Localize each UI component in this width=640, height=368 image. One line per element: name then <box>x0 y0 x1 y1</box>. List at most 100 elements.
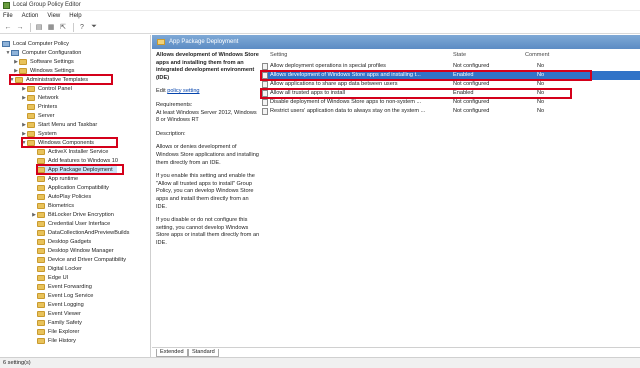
setting-comment: No <box>537 63 545 69</box>
tree-item-component[interactable]: Desktop Gadgets <box>0 237 91 246</box>
table-row[interactable]: Restrict users' application data to alwa… <box>260 107 640 116</box>
tree-item-software-settings[interactable]: ▶ Software Settings <box>0 57 74 66</box>
folder-icon <box>27 121 35 128</box>
folder-icon <box>37 310 45 317</box>
policy-icon <box>262 63 268 70</box>
folder-icon <box>37 265 45 272</box>
column-header-setting[interactable]: Setting <box>270 52 287 58</box>
column-header-state[interactable]: State <box>453 52 466 58</box>
tree-item-administrative-templates[interactable]: ▼ Administrative Templates <box>0 75 88 84</box>
column-header-comment[interactable]: Comment <box>525 52 549 58</box>
tree-item-printers[interactable]: Printers <box>0 102 57 111</box>
tree-item-component[interactable]: Event Logging <box>0 300 84 309</box>
tree-item-component[interactable]: Biometrics <box>0 201 74 210</box>
forward-arrow-icon[interactable]: → <box>15 22 25 32</box>
folder-icon <box>37 283 45 290</box>
toolbar-separator <box>30 22 31 32</box>
menu-help[interactable]: Help <box>69 13 81 19</box>
policy-icon <box>262 99 268 106</box>
menu-action[interactable]: Action <box>22 13 39 19</box>
tree-item-windows-settings[interactable]: ▶ Windows Settings <box>0 66 74 75</box>
tree-item-component[interactable]: ▶ BitLocker Drive Encryption <box>0 210 114 219</box>
edit-policy-link[interactable]: policy setting <box>167 88 199 94</box>
table-row[interactable]: Allow deployment operations in special p… <box>260 62 640 71</box>
filter-icon[interactable]: ⏷ <box>89 22 99 32</box>
tree-item-component[interactable]: Digital Locker <box>0 264 82 273</box>
tree-item-component[interactable]: Device and Driver Compatibility <box>0 255 126 264</box>
tree-item-component[interactable]: ActiveX Installer Service <box>0 147 108 156</box>
tree-item-component[interactable]: File Explorer <box>0 327 79 336</box>
folder-icon <box>37 328 45 335</box>
menu-view[interactable]: View <box>47 13 60 19</box>
tree-item-control-panel[interactable]: ▶ Control Panel <box>0 84 72 93</box>
setting-name: Allows development of Windows Store apps… <box>270 72 421 78</box>
folder-icon <box>37 238 45 245</box>
requirements-label: Requirements: <box>156 101 193 108</box>
tree-item-windows-components[interactable]: ▼ Windows Components <box>0 138 94 147</box>
table-row[interactable]: Disable deployment of Windows Store apps… <box>260 98 640 107</box>
folder-icon <box>37 157 45 164</box>
tree-item-server[interactable]: Server <box>0 111 54 120</box>
tree-item-component[interactable]: DataCollectionAndPreviewBuilds <box>0 228 129 237</box>
folder-icon <box>37 220 45 227</box>
title-bar: Local Group Policy Editor <box>0 0 640 11</box>
folder-icon <box>27 103 35 110</box>
tree-item-start-menu[interactable]: ▶ Start Menu and Taskbar <box>0 120 97 129</box>
setting-comment: No <box>537 72 545 78</box>
folder-icon <box>15 76 23 83</box>
section-title: App Package Deployment <box>169 39 239 45</box>
policy-icon <box>262 108 268 115</box>
tree-item-component[interactable]: Edge UI <box>0 273 68 282</box>
tree-item-component[interactable]: Family Safety <box>0 318 82 327</box>
menu-file[interactable]: File <box>3 13 13 19</box>
table-row[interactable]: Allow all trusted apps to install Enable… <box>260 89 640 98</box>
view-tabs: Extended Standard <box>152 347 640 357</box>
tree-item-component[interactable]: Desktop Window Manager <box>0 246 114 255</box>
tree-item-computer-configuration[interactable]: ▼ Computer Configuration <box>0 48 81 57</box>
tree-item-network[interactable]: ▶ Network <box>0 93 59 102</box>
tree-item-component[interactable]: Event Forwarding <box>0 282 92 291</box>
description-label: Description: <box>156 130 186 137</box>
back-arrow-icon[interactable]: ← <box>3 22 13 32</box>
column-header-row: Setting State Comment <box>260 51 640 60</box>
folder-icon <box>27 94 35 101</box>
setting-comment: No <box>537 108 545 114</box>
table-row-selected[interactable]: Allows development of Windows Store apps… <box>260 71 640 80</box>
tree-item-component[interactable]: App runtime <box>0 174 78 183</box>
help-icon[interactable]: ? <box>77 22 87 32</box>
folder-icon <box>37 256 45 263</box>
tree-item-component[interactable]: Add features to Windows 10 <box>0 156 118 165</box>
export-list-icon[interactable]: ⇱ <box>58 22 68 32</box>
folder-icon <box>37 202 45 209</box>
tree-item-component[interactable]: Event Viewer <box>0 309 81 318</box>
tree-item-system[interactable]: ▶ System <box>0 129 57 138</box>
policy-icon <box>262 72 268 79</box>
table-row[interactable]: Allow applications to share app data bet… <box>260 80 640 89</box>
folder-icon <box>27 85 35 92</box>
tree-item-component[interactable]: Credential User Interface <box>0 219 110 228</box>
tree-item-local-computer-policy[interactable]: Local Computer Policy <box>0 39 69 48</box>
folder-icon <box>37 301 45 308</box>
tab-standard[interactable]: Standard <box>188 349 219 357</box>
show-hide-tree-icon[interactable]: ▤ <box>34 22 44 32</box>
setting-name: Allow all trusted apps to install <box>270 90 345 96</box>
tree-item-component[interactable]: Application Compatibility <box>0 183 109 192</box>
folder-icon <box>37 175 45 182</box>
tab-extended[interactable]: Extended <box>156 349 188 357</box>
folder-icon <box>37 247 45 254</box>
navigation-tree: Local Computer Policy ▼ Computer Configu… <box>0 35 151 357</box>
folder-icon <box>157 39 165 45</box>
requirements-text: At least Windows Server 2012, Windows 8 … <box>156 109 257 124</box>
app-icon <box>3 1 10 9</box>
tree-item-app-package-deployment[interactable]: App Package Deployment <box>37 165 117 174</box>
window-title: Local Group Policy Editor <box>13 2 81 8</box>
setting-state: Not configured <box>453 108 490 114</box>
settings-list: Setting State Comment Allow deployment o… <box>260 49 640 341</box>
setting-name: Restrict users' application data to alwa… <box>270 108 426 114</box>
tree-item-component[interactable]: File History <box>0 336 76 345</box>
open-folder-icon <box>37 166 45 173</box>
folder-icon <box>37 229 45 236</box>
properties-icon[interactable]: ▦ <box>46 22 56 32</box>
tree-item-component[interactable]: Event Log Service <box>0 291 93 300</box>
tree-item-component[interactable]: AutoPlay Policies <box>0 192 91 201</box>
